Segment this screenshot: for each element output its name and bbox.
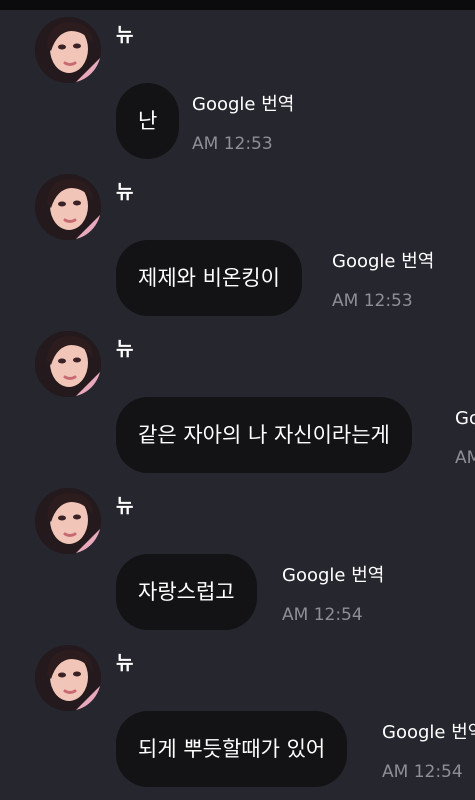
message-timestamp: AM 12:54 — [382, 762, 463, 782]
avatar-photo — [35, 331, 101, 397]
message-timestamp: AM 12:53 — [455, 448, 475, 468]
message-meta: Google 번역 AM 12:53 — [455, 408, 475, 468]
message-bubble[interactable]: 같은 자아의 나 자신이라는게 — [116, 397, 412, 473]
message-meta: Google 번역 AM 12:54 — [382, 722, 475, 782]
sender-avatar[interactable] — [35, 645, 101, 711]
google-translate-link[interactable]: Google 번역 — [455, 408, 475, 430]
avatar-photo — [35, 17, 101, 83]
sender-avatar[interactable] — [35, 17, 101, 83]
google-translate-link[interactable]: Google 번역 — [282, 565, 384, 587]
avatar-photo — [35, 174, 101, 240]
message-timestamp: AM 12:54 — [282, 605, 363, 625]
chat-message: 뉴 제제와 비온킹이 Google 번역 AM 12:53 — [0, 167, 475, 317]
status-bar — [0, 0, 475, 10]
avatar-photo — [35, 645, 101, 711]
message-timestamp: AM 12:53 — [332, 291, 413, 311]
chat-message: 뉴 되게 뿌듯할때가 있어 Google 번역 AM 12:54 — [0, 638, 475, 788]
message-timestamp: AM 12:53 — [192, 134, 273, 154]
message-bubble[interactable]: 제제와 비온킹이 — [116, 240, 302, 316]
chat-message: 뉴 난 Google 번역 AM 12:53 — [0, 10, 475, 160]
google-translate-link[interactable]: Google 번역 — [192, 94, 294, 116]
avatar-photo — [35, 488, 101, 554]
chat-message: 뉴 같은 자아의 나 자신이라는게 Google 번역 AM 12:53 — [0, 324, 475, 474]
message-meta: Google 번역 AM 12:53 — [192, 94, 294, 154]
sender-name: 뉴 — [116, 181, 134, 203]
sender-avatar[interactable] — [35, 174, 101, 240]
message-bubble[interactable]: 난 — [116, 83, 180, 159]
chat-message-list[interactable]: 뉴 난 Google 번역 AM 12:53 뉴 제제와 비온킹이 Google… — [0, 10, 475, 800]
sender-name: 뉴 — [116, 24, 134, 46]
sender-name: 뉴 — [116, 338, 134, 360]
sender-name: 뉴 — [116, 495, 134, 517]
sender-avatar[interactable] — [35, 488, 101, 554]
message-meta: Google 번역 AM 12:54 — [282, 565, 384, 625]
message-bubble[interactable]: 자랑스럽고 — [116, 554, 257, 630]
google-translate-link[interactable]: Google 번역 — [332, 251, 434, 273]
google-translate-link[interactable]: Google 번역 — [382, 722, 475, 744]
message-bubble[interactable]: 되게 뿌듯할때가 있어 — [116, 711, 348, 787]
sender-avatar[interactable] — [35, 331, 101, 397]
message-meta: Google 번역 AM 12:53 — [332, 251, 434, 311]
sender-name: 뉴 — [116, 652, 134, 674]
chat-message: 뉴 자랑스럽고 Google 번역 AM 12:54 — [0, 481, 475, 631]
